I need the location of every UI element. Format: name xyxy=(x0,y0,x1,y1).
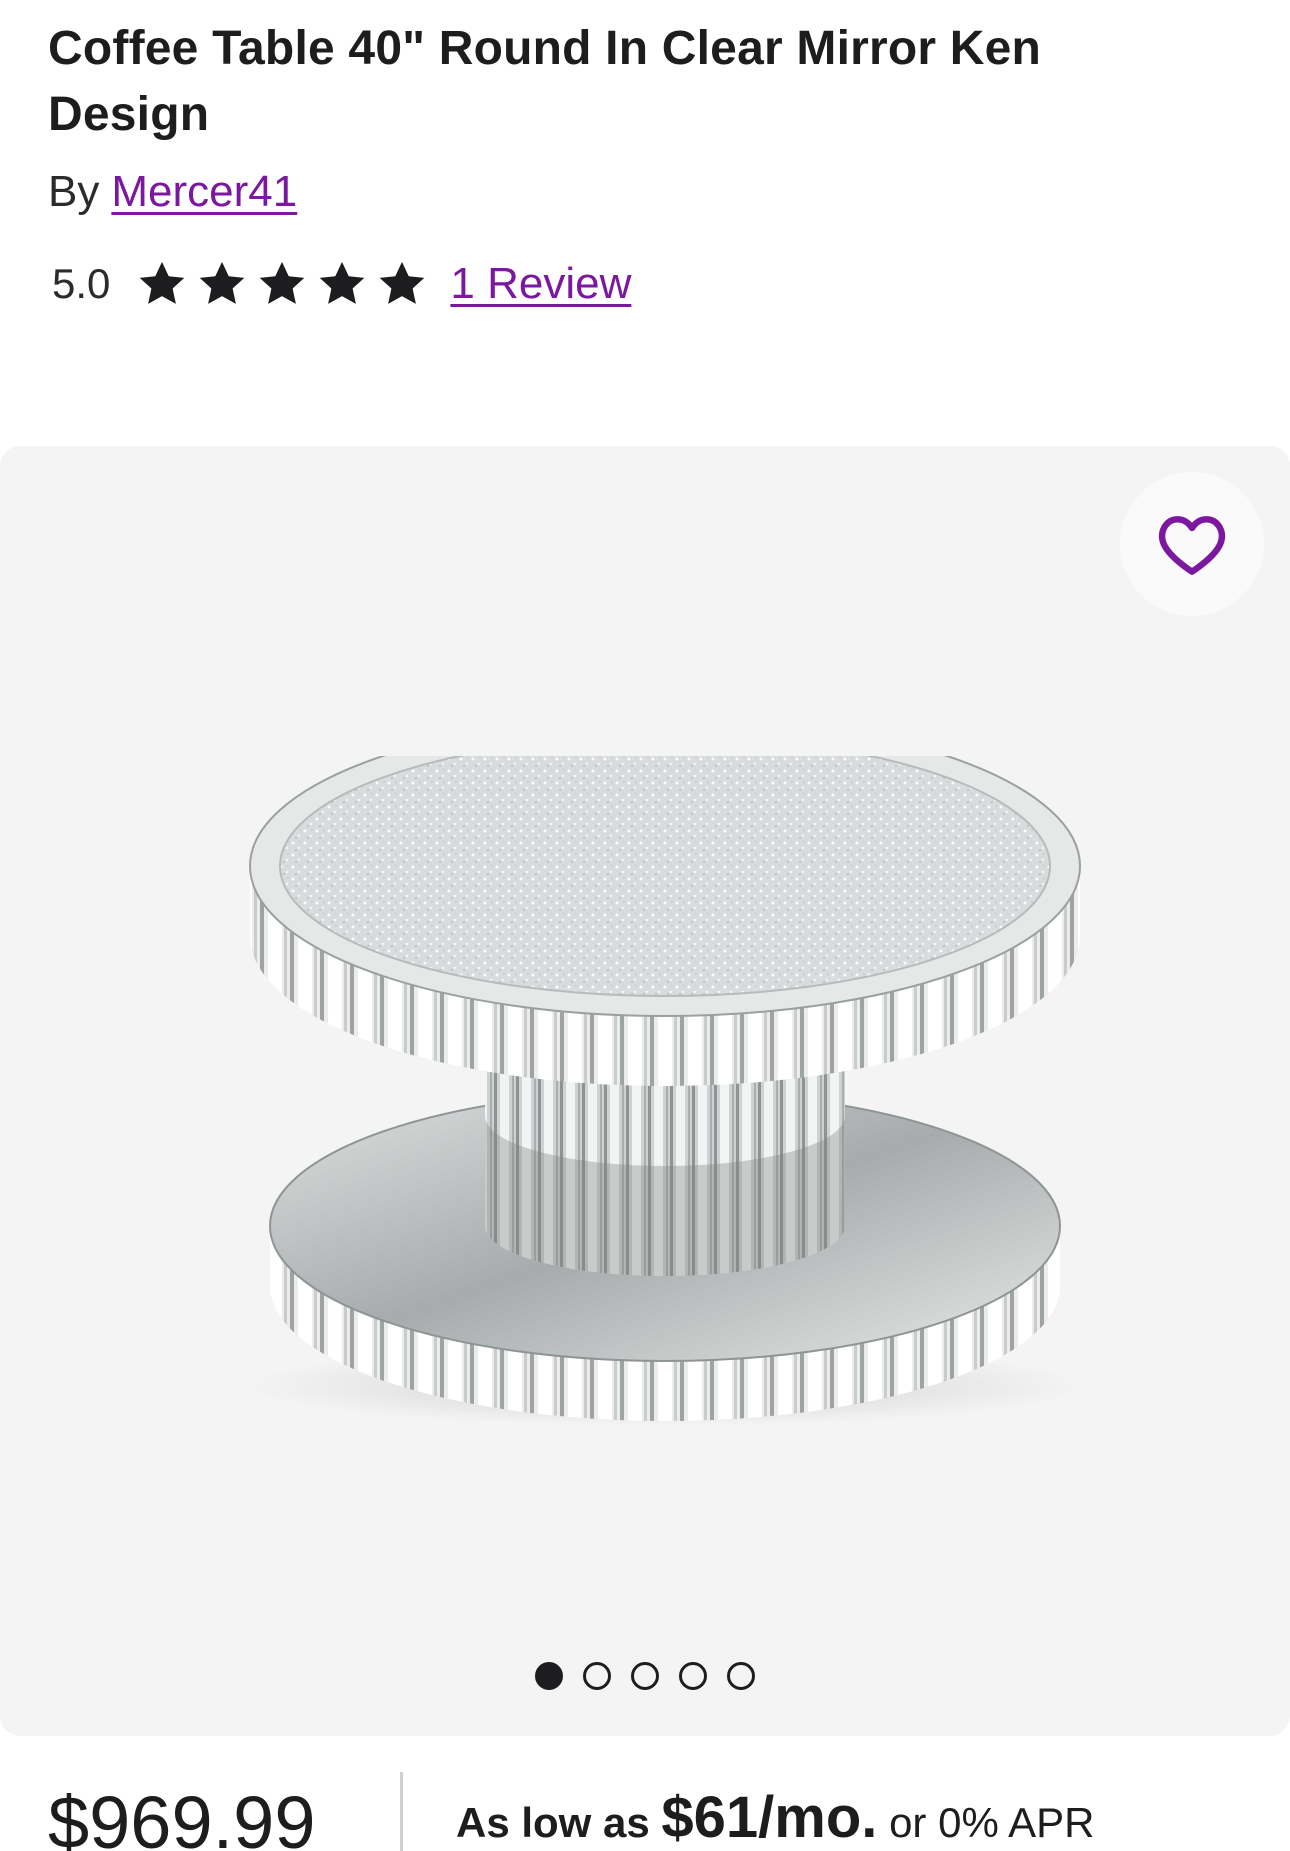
heart-outline-icon xyxy=(1158,516,1226,575)
by-label: By xyxy=(48,167,100,216)
gallery-dot[interactable] xyxy=(535,1662,563,1690)
rating-row: 5.0 1 Review xyxy=(52,254,631,314)
product-image-gallery[interactable] xyxy=(0,446,1290,1736)
product-price: $969.99 xyxy=(48,1781,316,1851)
favorite-button[interactable] xyxy=(1120,472,1264,616)
brand-link[interactable]: Mercer41 xyxy=(111,167,297,216)
gallery-dot[interactable] xyxy=(727,1662,755,1690)
gallery-pagination xyxy=(0,1662,1290,1690)
gallery-dot[interactable] xyxy=(583,1662,611,1690)
financing-amount: $61/mo. xyxy=(661,1785,878,1850)
star-icon xyxy=(140,261,185,304)
price-row: $969.99 As low as $61/mo. or 0% APR xyxy=(0,1760,1290,1851)
reviews-link[interactable]: 1 Review xyxy=(450,259,631,309)
brand-row: By Mercer41 xyxy=(48,162,297,222)
star-icon xyxy=(320,261,365,304)
gallery-dot[interactable] xyxy=(679,1662,707,1690)
rating-value: 5.0 xyxy=(52,260,111,307)
star-icon xyxy=(260,261,305,304)
product-title: Coffee Table 40" Round In Clear Mirror K… xyxy=(48,22,1042,141)
star-icon xyxy=(200,261,245,304)
star-icon xyxy=(380,261,425,304)
price-divider xyxy=(400,1772,403,1851)
financing-offer[interactable]: As low as $61/mo. or 0% APR xyxy=(456,1776,1095,1851)
star-rating xyxy=(136,258,428,310)
gallery-dot[interactable] xyxy=(631,1662,659,1690)
financing-tail: or 0% APR xyxy=(877,1799,1095,1846)
product-image xyxy=(245,756,1085,1426)
financing-lead: As low as xyxy=(456,1799,662,1846)
